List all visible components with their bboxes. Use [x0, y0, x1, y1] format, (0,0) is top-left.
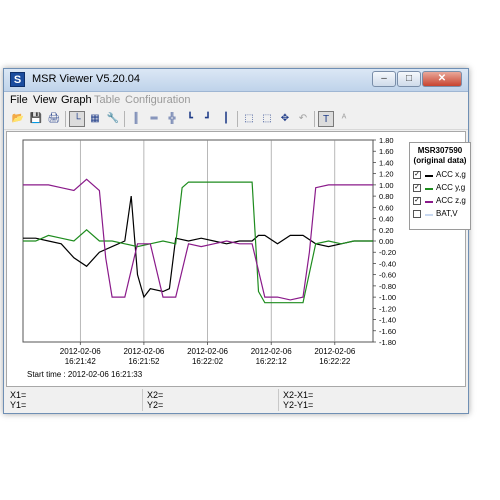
zoom-y-icon[interactable]: ═	[146, 111, 162, 127]
zoom-x-icon[interactable]: ║	[128, 111, 144, 127]
text-add-icon[interactable]: ᴬ	[336, 111, 352, 127]
text-annotation-icon[interactable]: T	[318, 111, 334, 127]
toolbar-separator	[124, 111, 125, 127]
legend-label: BAT,V	[436, 209, 458, 218]
legend-checkbox[interactable]	[413, 210, 421, 218]
legend-checkbox[interactable]: ✓	[413, 184, 421, 192]
y-tick-label: -0.60	[379, 271, 396, 280]
y-tick-label: 0.00	[379, 237, 394, 246]
print-icon[interactable]: 🖨	[46, 111, 62, 127]
legend-item[interactable]: ✓ ACC y,g	[413, 183, 471, 194]
legend-title-line2: (original data)	[413, 156, 467, 165]
legend: MSR307590 (original data) ✓ ACC x,g ✓ ACC y…	[409, 142, 471, 230]
cursor-1-icon[interactable]: ┗	[182, 111, 198, 127]
legend-checkbox[interactable]: ✓	[413, 171, 421, 179]
title-bar[interactable]: S MSR Viewer V5.20.04 – □ ✕	[4, 69, 468, 92]
cursor-2-icon[interactable]: ┛	[200, 111, 216, 127]
y-tick-label: 1.80	[379, 136, 394, 145]
legend-label: ACC z,g	[436, 196, 466, 205]
save-icon[interactable]: 💾	[28, 111, 44, 127]
status-x2: X2=	[147, 390, 164, 400]
x-tick-date: 2012-02-06	[314, 347, 355, 356]
app-icon: S	[10, 72, 25, 87]
x-tick-time: 16:22:12	[256, 357, 288, 366]
open-folder-icon[interactable]: 📂	[10, 111, 26, 127]
y-tick-label: 0.60	[379, 203, 394, 212]
y-tick-label: 1.40	[379, 158, 394, 167]
y-tick-label: -1.40	[379, 316, 396, 325]
toolbar-separator	[65, 111, 66, 127]
chart-svg[interactable]: 1.80 1.60 1.40 1.20 1.00 0.80 0.60 0.40 0.20 0.00…	[7, 132, 465, 386]
x-tick-date: 2012-02-06	[60, 347, 101, 356]
status-cell-3: X2-X1= Y2-Y1=	[278, 389, 467, 411]
app-window: S MSR Viewer V5.20.04 – □ ✕ File View Gr…	[3, 68, 471, 414]
y-tick-label: -0.20	[379, 248, 396, 257]
y-tick-label: -1.20	[379, 304, 396, 313]
status-x2-x1: X2-X1=	[283, 390, 314, 400]
y-tick-label: 0.80	[379, 192, 394, 201]
menu-table[interactable]: Table	[94, 94, 120, 106]
minimize-button[interactable]: –	[372, 71, 396, 87]
zoom-out-icon[interactable]: ⬚	[259, 111, 275, 127]
legend-swatch	[425, 214, 433, 216]
toolbar-separator	[237, 111, 238, 127]
window-title: MSR Viewer V5.20.04	[32, 73, 141, 85]
table-view-icon[interactable]: ▦	[87, 111, 103, 127]
menu-bar: File View Graph Table Configuration	[4, 92, 468, 108]
plot-area	[22, 139, 374, 343]
zoom-xy-icon[interactable]: ╬	[164, 111, 180, 127]
status-bar: X1= Y1= X2= Y2= X2-X1= Y2-Y1=	[6, 389, 466, 411]
maximize-button[interactable]: □	[397, 71, 421, 87]
toolbar: 📂 💾 🖨 └ ▦ 🔧 ║ ═ ╬ ┗ ┛ ┃ ⬚ ⬚ ✥ ↶ Tᴬ	[4, 109, 468, 130]
graph-view-icon[interactable]: └	[69, 111, 85, 127]
toolbar-separator	[314, 111, 315, 127]
status-y1: Y1=	[10, 400, 27, 410]
x-tick-time: 16:21:42	[65, 357, 97, 366]
menu-graph[interactable]: Graph	[61, 94, 92, 106]
legend-swatch	[425, 201, 433, 203]
y-tick-label: 1.20	[379, 170, 394, 179]
x-tick-date: 2012-02-06	[251, 347, 292, 356]
legend-item[interactable]: ✓ ACC x,g	[413, 170, 471, 181]
y-tick-label: 0.20	[379, 226, 394, 235]
legend-item[interactable]: BAT,V	[413, 209, 471, 220]
legend-item[interactable]: ✓ ACC z,g	[413, 196, 471, 207]
pan-move-icon[interactable]: ✥	[277, 111, 293, 127]
status-y2: Y2=	[147, 400, 164, 410]
status-x1: X1=	[10, 390, 27, 400]
legend-label: ACC y,g	[436, 183, 466, 192]
menu-configuration[interactable]: Configuration	[125, 94, 190, 106]
close-button[interactable]: ✕	[422, 71, 462, 87]
menu-file[interactable]: File	[10, 94, 28, 106]
y-tick-label: -1.00	[379, 293, 396, 302]
legend-title: MSR307590 (original data)	[410, 146, 470, 166]
graph-panel: 1.80 1.60 1.40 1.20 1.00 0.80 0.60 0.40 0.20 0.00…	[6, 131, 471, 387]
y-tick-label: 0.40	[379, 215, 394, 224]
legend-title-line1: MSR307590	[417, 146, 463, 155]
x-tick-date: 2012-02-06	[123, 347, 164, 356]
cursor-line-icon[interactable]: ┃	[218, 111, 234, 127]
y-tick-label: -0.80	[379, 282, 396, 291]
y-tick-label: -1.60	[379, 327, 396, 336]
y-tick-label: 1.00	[379, 181, 394, 190]
legend-swatch	[425, 175, 433, 177]
x-tick-date: 2012-02-06	[187, 347, 228, 356]
status-cell-1: X1= Y1=	[6, 389, 142, 411]
legend-swatch	[425, 188, 433, 190]
y-tick-label: 1.60	[379, 147, 394, 156]
y-tick-label: -1.80	[379, 338, 396, 347]
legend-label: ACC x,g	[436, 170, 466, 179]
y-tick-label: -0.40	[379, 259, 396, 268]
undo-icon[interactable]: ↶	[295, 111, 311, 127]
x-tick-time: 16:21:52	[128, 357, 160, 366]
zoom-in-icon[interactable]: ⬚	[241, 111, 257, 127]
status-cell-2: X2= Y2=	[142, 389, 279, 411]
settings-wrench-icon[interactable]: 🔧	[105, 111, 121, 127]
start-time-label: Start time : 2012-02-06 16:21:33	[27, 370, 143, 379]
legend-checkbox[interactable]: ✓	[413, 197, 421, 205]
status-y2-y1: Y2-Y1=	[283, 400, 314, 410]
x-tick-time: 16:22:02	[192, 357, 224, 366]
menu-view[interactable]: View	[33, 94, 57, 106]
x-tick-time: 16:22:22	[319, 357, 351, 366]
